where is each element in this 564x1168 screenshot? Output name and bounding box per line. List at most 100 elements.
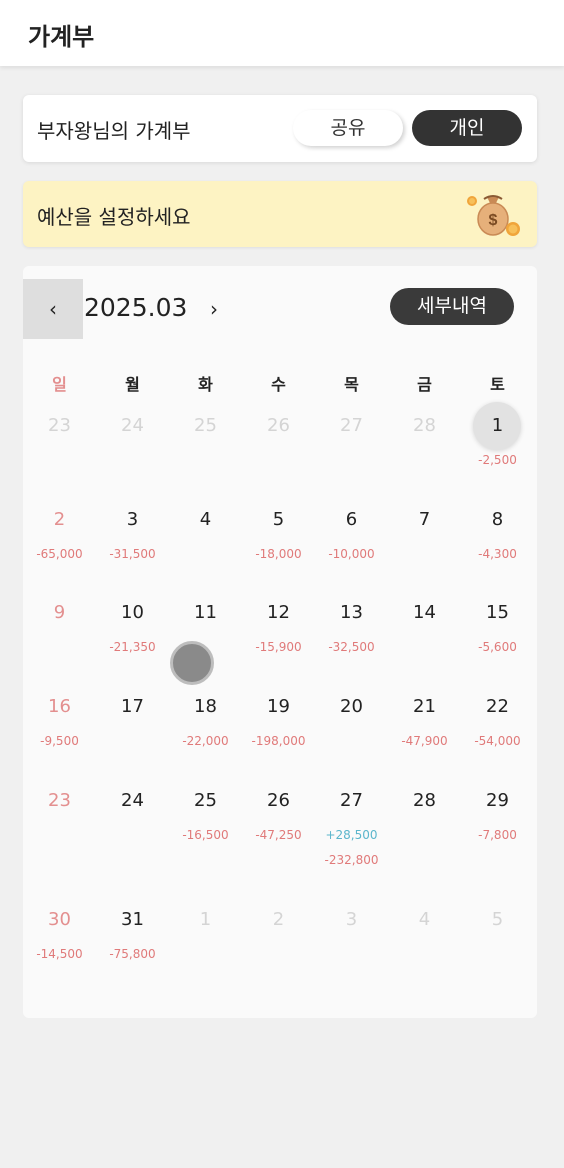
day-number: 22 xyxy=(486,696,509,717)
day-number: 9 xyxy=(53,602,66,623)
day-number: 8 xyxy=(491,509,504,530)
calendar-day-other-month[interactable]: 26 xyxy=(242,413,315,439)
day-number: 29 xyxy=(486,790,509,811)
calendar-day-other-month[interactable]: 25 xyxy=(169,413,242,439)
day-number: 31 xyxy=(121,909,144,930)
day-number: 30 xyxy=(48,909,71,930)
calendar-day[interactable]: 28 xyxy=(388,788,461,814)
calendar-day[interactable]: 22 -54,000 xyxy=(461,694,534,749)
day-number: 21 xyxy=(413,696,436,717)
expense-amount: -54,000 xyxy=(474,734,521,748)
day-number: 16 xyxy=(48,696,71,717)
calendar-day-other-month[interactable]: 24 xyxy=(96,413,169,439)
svg-text:$: $ xyxy=(489,212,498,229)
day-number: 24 xyxy=(121,415,144,436)
touch-indicator xyxy=(170,641,214,685)
calendar-day[interactable]: 11 xyxy=(169,600,242,626)
day-number: 14 xyxy=(413,602,436,623)
calendar-day[interactable]: 24 xyxy=(96,788,169,814)
calendar-day-other-month[interactable]: 28 xyxy=(388,413,461,439)
calendar-day-other-month[interactable]: 23 xyxy=(23,413,96,439)
income-amount: +28,500 xyxy=(325,828,378,842)
day-number: 17 xyxy=(121,696,144,717)
calendar-day[interactable]: 10 -21,350 xyxy=(96,600,169,655)
calendar-day[interactable]: 15 -5,600 xyxy=(461,600,534,655)
day-number: 5 xyxy=(272,509,285,530)
calendar-day[interactable]: 25 -16,500 xyxy=(169,788,242,843)
calendar-day-other-month[interactable]: 5 xyxy=(461,907,534,933)
book-title: 부자왕님의 가계부 xyxy=(37,119,191,143)
calendar-day[interactable]: 1 -2,500 xyxy=(461,413,534,468)
calendar-day[interactable]: 20 xyxy=(315,694,388,720)
calendar-day-other-month[interactable]: 2 xyxy=(242,907,315,933)
day-number: 26 xyxy=(267,790,290,811)
calendar-day[interactable]: 27 +28,500 -232,800 xyxy=(315,788,388,868)
next-month-button[interactable]: › xyxy=(210,297,218,321)
day-number: 3 xyxy=(345,909,358,930)
expense-amount: -14,500 xyxy=(36,947,83,961)
calendar-day[interactable]: 16 -9,500 xyxy=(23,694,96,749)
day-number: 27 xyxy=(340,790,363,811)
day-number: 19 xyxy=(267,696,290,717)
calendar-day-other-month[interactable]: 27 xyxy=(315,413,388,439)
calendar-day[interactable]: 13 -32,500 xyxy=(315,600,388,655)
expense-amount: -232,800 xyxy=(324,853,379,867)
calendar-day-other-month[interactable]: 4 xyxy=(388,907,461,933)
day-number: 2 xyxy=(53,509,66,530)
calendar-day[interactable]: 17 xyxy=(96,694,169,720)
calendar-day[interactable]: 29 -7,800 xyxy=(461,788,534,843)
calendar-day[interactable]: 5 -18,000 xyxy=(242,507,315,562)
calendar-day[interactable]: 6 -10,000 xyxy=(315,507,388,562)
weekday-label: 금 xyxy=(417,375,432,394)
calendar-day-other-month[interactable]: 1 xyxy=(169,907,242,933)
detail-button[interactable]: 세부내역 xyxy=(390,288,514,325)
expense-amount: -47,250 xyxy=(255,828,302,842)
share-toggle-button[interactable]: 공유 xyxy=(293,110,403,146)
calendar-day[interactable]: 9 xyxy=(23,600,96,626)
calendar-day[interactable]: 23 xyxy=(23,788,96,814)
budget-banner[interactable]: 예산을 설정하세요 $ xyxy=(23,181,537,247)
expense-amount: -22,000 xyxy=(182,734,229,748)
expense-amount: -2,500 xyxy=(478,453,517,467)
expense-amount: -9,500 xyxy=(40,734,79,748)
personal-toggle-button[interactable]: 개인 xyxy=(412,110,522,146)
calendar-day-other-month[interactable]: 3 xyxy=(315,907,388,933)
day-number: 13 xyxy=(340,602,363,623)
calendar-day[interactable]: 14 xyxy=(388,600,461,626)
day-number: 6 xyxy=(345,509,358,530)
book-card: 부자왕님의 가계부 공유 개인 xyxy=(23,95,537,162)
calendar-day[interactable]: 26 -47,250 xyxy=(242,788,315,843)
day-number: 18 xyxy=(194,696,217,717)
day-number: 25 xyxy=(194,415,217,436)
expense-amount: -10,000 xyxy=(328,547,375,561)
calendar-day[interactable]: 18 -22,000 xyxy=(169,694,242,749)
calendar-day[interactable]: 3 -31,500 xyxy=(96,507,169,562)
weekday-label: 토 xyxy=(490,375,505,394)
calendar-day[interactable]: 12 -15,900 xyxy=(242,600,315,655)
expense-amount: -16,500 xyxy=(182,828,229,842)
day-number: 4 xyxy=(418,909,431,930)
prev-month-button[interactable]: ‹ xyxy=(23,279,83,339)
calendar-day[interactable]: 8 -4,300 xyxy=(461,507,534,562)
expense-amount: -5,600 xyxy=(478,640,517,654)
day-number: 11 xyxy=(194,602,217,623)
weekday-label: 목 xyxy=(344,375,359,394)
calendar-day[interactable]: 4 xyxy=(169,507,242,533)
money-bag-icon: $ xyxy=(467,195,520,236)
weekday-label: 화 xyxy=(198,375,213,394)
calendar: ‹ 2025.03 › 세부내역 일월화수목금토 23 24 25 26 27 28 1 -2… xyxy=(23,266,537,1018)
calendar-day[interactable]: 21 -47,900 xyxy=(388,694,461,749)
day-number: 1 xyxy=(199,909,212,930)
budget-prompt: 예산을 설정하세요 xyxy=(37,205,191,229)
day-number: 24 xyxy=(121,790,144,811)
weekday-label: 월 xyxy=(125,375,140,394)
calendar-day[interactable]: 7 xyxy=(388,507,461,533)
day-number: 2 xyxy=(272,909,285,930)
calendar-day[interactable]: 30 -14,500 xyxy=(23,907,96,962)
day-number: 23 xyxy=(48,790,71,811)
expense-amount: -18,000 xyxy=(255,547,302,561)
calendar-day[interactable]: 31 -75,800 xyxy=(96,907,169,962)
calendar-day[interactable]: 19 -198,000 xyxy=(242,694,315,749)
expense-amount: -47,900 xyxy=(401,734,448,748)
calendar-day[interactable]: 2 -65,000 xyxy=(23,507,96,562)
